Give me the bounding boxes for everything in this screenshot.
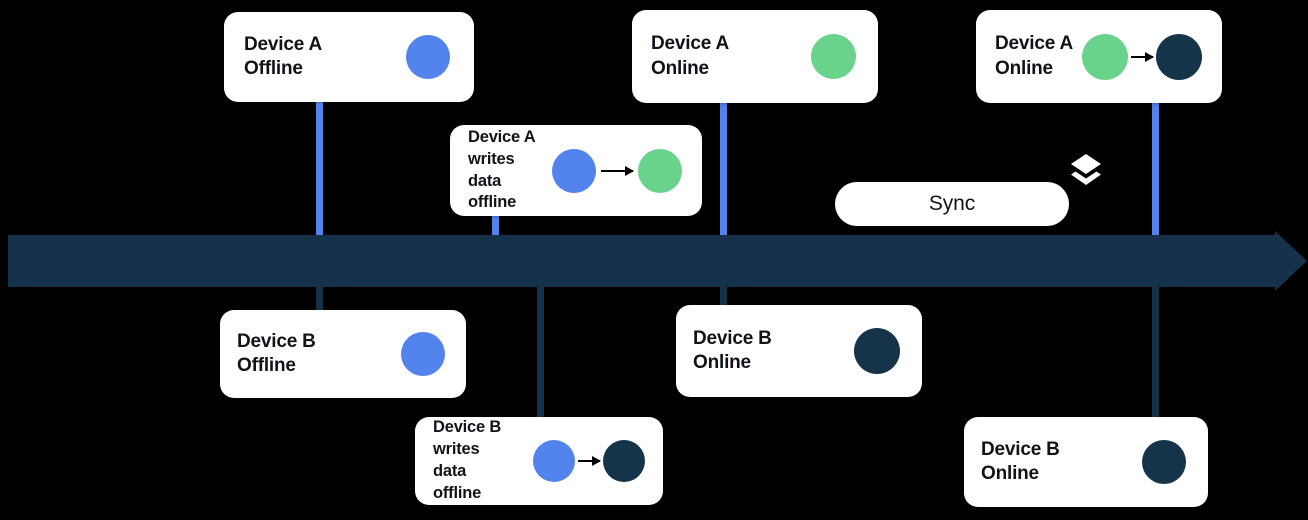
card-device-a-offline[interactable]: Device A Offline xyxy=(224,12,474,102)
card-device-b-offline-label: Device B Offline xyxy=(237,330,316,376)
card-device-b-writes-data-offline-visual xyxy=(533,440,645,482)
status-dot-blue xyxy=(533,440,575,482)
timeline-bar xyxy=(8,235,1276,287)
card-device-a-online[interactable]: Device A Online xyxy=(632,10,878,103)
connector-device-a-online-synced xyxy=(1152,98,1159,240)
transition-arrow-icon xyxy=(1131,51,1154,62)
timeline-arrow-head xyxy=(1275,231,1307,291)
card-device-a-writes-data-offline-label: Device A writes data offline xyxy=(468,127,536,212)
connector-device-b-online-synced xyxy=(1152,282,1159,422)
connector-device-a-offline xyxy=(316,98,323,238)
card-device-b-online-label: Device B Online xyxy=(693,327,772,373)
card-device-a-online-synced-label: Device A Online xyxy=(995,33,1073,79)
connector-device-b-writes-offline xyxy=(537,282,544,422)
transition-arrow-icon xyxy=(601,165,634,176)
card-device-b-offline-visual xyxy=(401,332,445,376)
status-dot-navy xyxy=(1142,440,1186,484)
card-device-b-writes-data-offline-label: Device B writes data offline xyxy=(433,418,502,502)
status-dot-navy xyxy=(854,328,900,374)
card-device-b-online-visual xyxy=(854,328,900,374)
card-device-b-online-synced-label: Device B Online xyxy=(981,438,1060,484)
sync-button-label: Sync xyxy=(928,192,976,215)
card-device-a-online-synced-visual xyxy=(1082,33,1202,80)
sync-button[interactable]: Sync xyxy=(835,182,1069,226)
status-dot-green xyxy=(811,34,856,79)
card-device-b-writes-data-offline[interactable]: Device B writes data offline xyxy=(415,417,663,505)
connector-device-a-online xyxy=(720,98,727,240)
card-device-a-online-synced[interactable]: Device A Online xyxy=(976,10,1222,103)
status-dot-navy xyxy=(603,440,645,482)
card-device-a-writes-data-offline[interactable]: Device A writes data offline xyxy=(450,125,702,216)
card-device-a-online-label: Device A Online xyxy=(651,33,729,79)
status-dot-blue xyxy=(401,332,445,376)
card-device-b-online-synced-visual xyxy=(1142,440,1186,484)
status-dot-green xyxy=(1082,33,1128,80)
status-dot-blue xyxy=(552,148,596,193)
card-device-b-offline[interactable]: Device B Offline xyxy=(220,310,466,398)
card-device-a-online-visual xyxy=(811,34,856,79)
transition-arrow-icon xyxy=(578,456,601,466)
card-device-a-writes-data-offline-visual xyxy=(552,148,682,193)
offline-sync-diagram: Device A Offline Device A writes data of… xyxy=(0,0,1308,520)
card-device-b-online-synced[interactable]: Device B Online xyxy=(964,417,1208,507)
card-device-a-offline-visual xyxy=(406,35,450,79)
card-device-a-offline-label: Device A Offline xyxy=(244,33,322,79)
status-dot-green xyxy=(638,148,682,193)
status-dot-blue xyxy=(406,35,450,79)
card-device-b-online[interactable]: Device B Online xyxy=(676,305,922,397)
status-dot-navy xyxy=(1156,33,1202,80)
layers-icon xyxy=(1068,152,1104,188)
